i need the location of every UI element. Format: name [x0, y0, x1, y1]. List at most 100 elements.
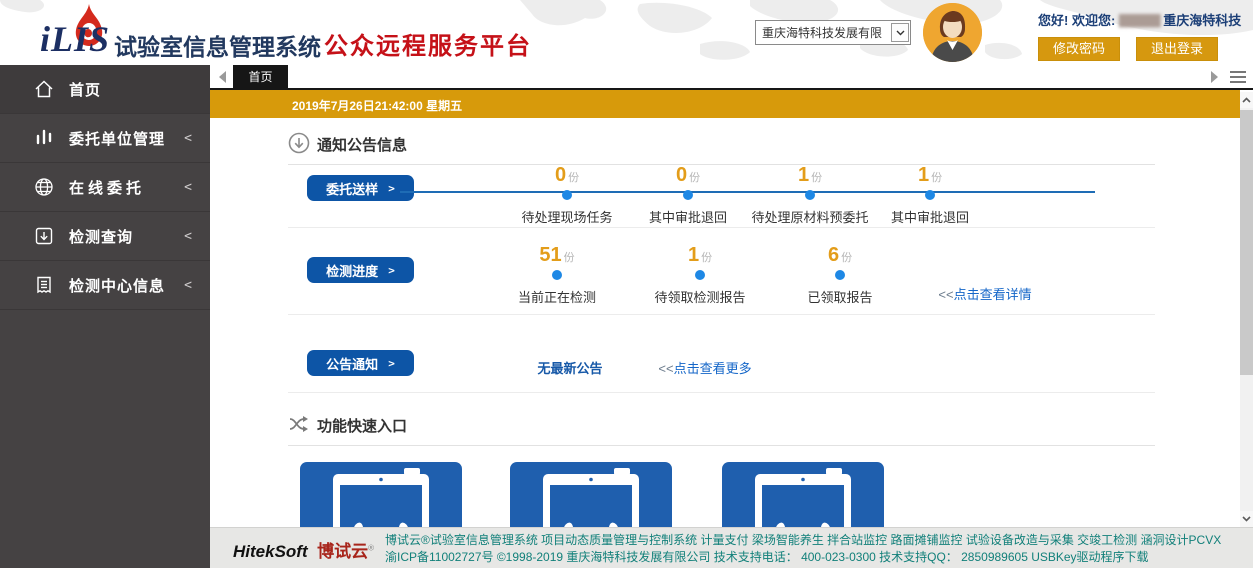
bar-chart-icon [34, 128, 54, 148]
link-text: 点击查看更多 [674, 361, 752, 376]
system-title: 试验室信息管理系统 [114, 28, 321, 62]
quick-entry-card-3[interactable]: 10+ [722, 462, 884, 527]
notice-section-title: 通知公告信息 [317, 134, 407, 155]
stat-value: 0 [555, 164, 566, 186]
notice-row-announcements: 公告通知 > 无最新公告 <<点击查看更多 [288, 315, 1155, 393]
header-buttons: 修改密码 退出登录 [1038, 37, 1243, 61]
timeline-dot [695, 270, 705, 280]
stat-value: 1 [798, 164, 809, 186]
welcome-block: 您好! 欢迎您: ██████ 重庆海特科技 修改密码 退出登录 [1038, 10, 1243, 61]
scrollbar-up-arrow[interactable] [1240, 92, 1253, 108]
sidebar-item-home[interactable]: 首页 [0, 65, 210, 114]
footer-text: 博试云®试验室信息管理系统 项目动态质量管理与控制系统 计量支付 梁场智能养生 … [385, 531, 1221, 566]
button-label: 公告通知 [326, 354, 378, 373]
quick-entry-cards: 10+ [210, 462, 1240, 527]
stat-unit: 份 [564, 252, 575, 264]
page-footer: HitekSoft 博试云® 博试云®试验室信息管理系统 项目动态质量管理与控制… [210, 527, 1253, 568]
sidebar-item-label: 在线委托 [69, 177, 145, 198]
stat-unit: 份 [568, 172, 579, 184]
sidebar-item-label: 检测中心信息 [69, 275, 165, 296]
tab-scroll-right-icon[interactable] [1210, 70, 1220, 84]
footer-copyright-line: 渝ICP备11002727号 ©1998-2019 重庆海特科技发展有限公司 技… [385, 549, 1221, 566]
sidebar-item-label: 首页 [69, 79, 101, 100]
change-password-button[interactable]: 修改密码 [1038, 37, 1120, 61]
company-select[interactable]: 重庆海特科技发展有限 [755, 20, 911, 45]
sidebar-item-label: 检测查询 [69, 226, 133, 247]
stat-value: 51 [539, 244, 561, 266]
stat-approval-returned-2: 1份 其中审批退回 [835, 165, 1025, 226]
chevron-right-icon: > [388, 357, 395, 370]
welcome-line: 您好! 欢迎您: ██████ 重庆海特科技 [1038, 10, 1243, 29]
stat-unit: 份 [931, 172, 942, 184]
sidebar-item-client-management[interactable]: 委托单位管理 < [0, 114, 210, 163]
download-box-icon [34, 226, 54, 246]
no-announcements-text: 无最新公告 [537, 358, 602, 377]
link-text: 点击查看详情 [954, 287, 1032, 302]
sidebar-item-test-query[interactable]: 检测查询 < [0, 212, 210, 261]
top-header: iLIS 试验室信息管理系统 公众远程服务平台 重庆海特科技发展有限 您好! 欢… [0, 0, 1253, 65]
tab-list-menu-icon[interactable] [1230, 70, 1246, 84]
quick-entry-card-1[interactable] [300, 462, 462, 527]
scrollbar-thumb[interactable] [1240, 110, 1253, 375]
chevron-right-icon: > [388, 182, 395, 195]
sidebar-item-test-center-info[interactable]: 检测中心信息 < [0, 261, 210, 310]
tab-scroll-left-icon[interactable] [217, 70, 227, 84]
button-label: 委托送样 [326, 179, 378, 198]
female-user-icon [923, 3, 982, 62]
ilis-logo-text: iLIS [40, 18, 110, 60]
link-prefix: << [658, 361, 673, 376]
logout-button[interactable]: 退出登录 [1136, 37, 1218, 61]
timeline-dot [925, 190, 935, 200]
quick-entry-card-2[interactable] [510, 462, 672, 527]
stat-unit: 份 [841, 252, 852, 264]
registered-mark: ® [368, 544, 374, 553]
footer-logo-cn: 博试云 [317, 542, 368, 561]
chevron-left-icon: < [184, 229, 192, 244]
chevron-left-icon: < [184, 131, 192, 146]
page-content: 通知公告信息 委托送样 > 0份 待处理现场任务 0份 其中审批退回 [210, 120, 1240, 527]
stat-value: 6 [828, 244, 839, 266]
announcements-button[interactable]: 公告通知 > [307, 350, 414, 376]
timeline-dot [562, 190, 572, 200]
chevron-left-icon: < [184, 180, 192, 195]
sidebar-item-online-commission[interactable]: 在线委托 < [0, 163, 210, 212]
stat-value: 1 [918, 164, 929, 186]
quick-entry-section-title: 功能快速入口 [317, 415, 407, 436]
home-icon [34, 79, 54, 99]
masked-username: ██████ [1119, 15, 1160, 27]
timeline-dot [835, 270, 845, 280]
button-label: 检测进度 [326, 261, 378, 280]
stat-unit: 份 [689, 172, 700, 184]
chevron-left-icon: < [184, 278, 192, 293]
sidebar-item-label: 委托单位管理 [69, 128, 165, 149]
circle-down-arrow-icon [288, 132, 310, 154]
tablet-hands-check-icon [510, 462, 672, 527]
view-more-link[interactable]: <<点击查看更多 [658, 358, 751, 377]
footer-products-line: 博试云®试验室信息管理系统 项目动态质量管理与控制系统 计量支付 梁场智能养生 … [385, 531, 1221, 549]
sample-delivery-button[interactable]: 委托送样 > [307, 175, 414, 201]
stat-reports-collected: 6份 已领取报告 [745, 245, 935, 306]
stat-unit: 份 [701, 252, 712, 264]
receipt-icon [34, 275, 54, 295]
stat-label: 已领取报告 [745, 287, 935, 306]
stat-unit: 份 [811, 172, 822, 184]
timeline-dot [805, 190, 815, 200]
chevron-down-icon[interactable] [891, 23, 909, 42]
scrollbar-down-arrow[interactable] [1240, 511, 1253, 527]
notice-row-sample-delivery: 委托送样 > 0份 待处理现场任务 0份 其中审批退回 1份 待处理 [288, 165, 1155, 228]
main-area: 首页 2019年7月26日21:42:00 星期五 通知公告信息 委托送样 > [210, 65, 1253, 568]
timeline-dot [552, 270, 562, 280]
avatar[interactable] [923, 3, 982, 62]
test-progress-button[interactable]: 检测进度 > [307, 257, 414, 283]
stat-value: 1 [688, 244, 699, 266]
tab-home[interactable]: 首页 [233, 65, 288, 90]
footer-logo-en: HitekSoft [233, 542, 308, 561]
vertical-scrollbar [1240, 92, 1253, 527]
view-details-link[interactable]: <<点击查看详情 [938, 284, 1031, 303]
quick-entry-section-header: 功能快速入口 [288, 413, 1155, 446]
link-prefix: << [938, 287, 953, 302]
stat-value: 0 [676, 164, 687, 186]
welcome-company: 重庆海特科技 [1163, 13, 1241, 28]
welcome-greeting: 您好! 欢迎您: [1038, 13, 1115, 28]
notice-section-header: 通知公告信息 [288, 132, 1155, 165]
